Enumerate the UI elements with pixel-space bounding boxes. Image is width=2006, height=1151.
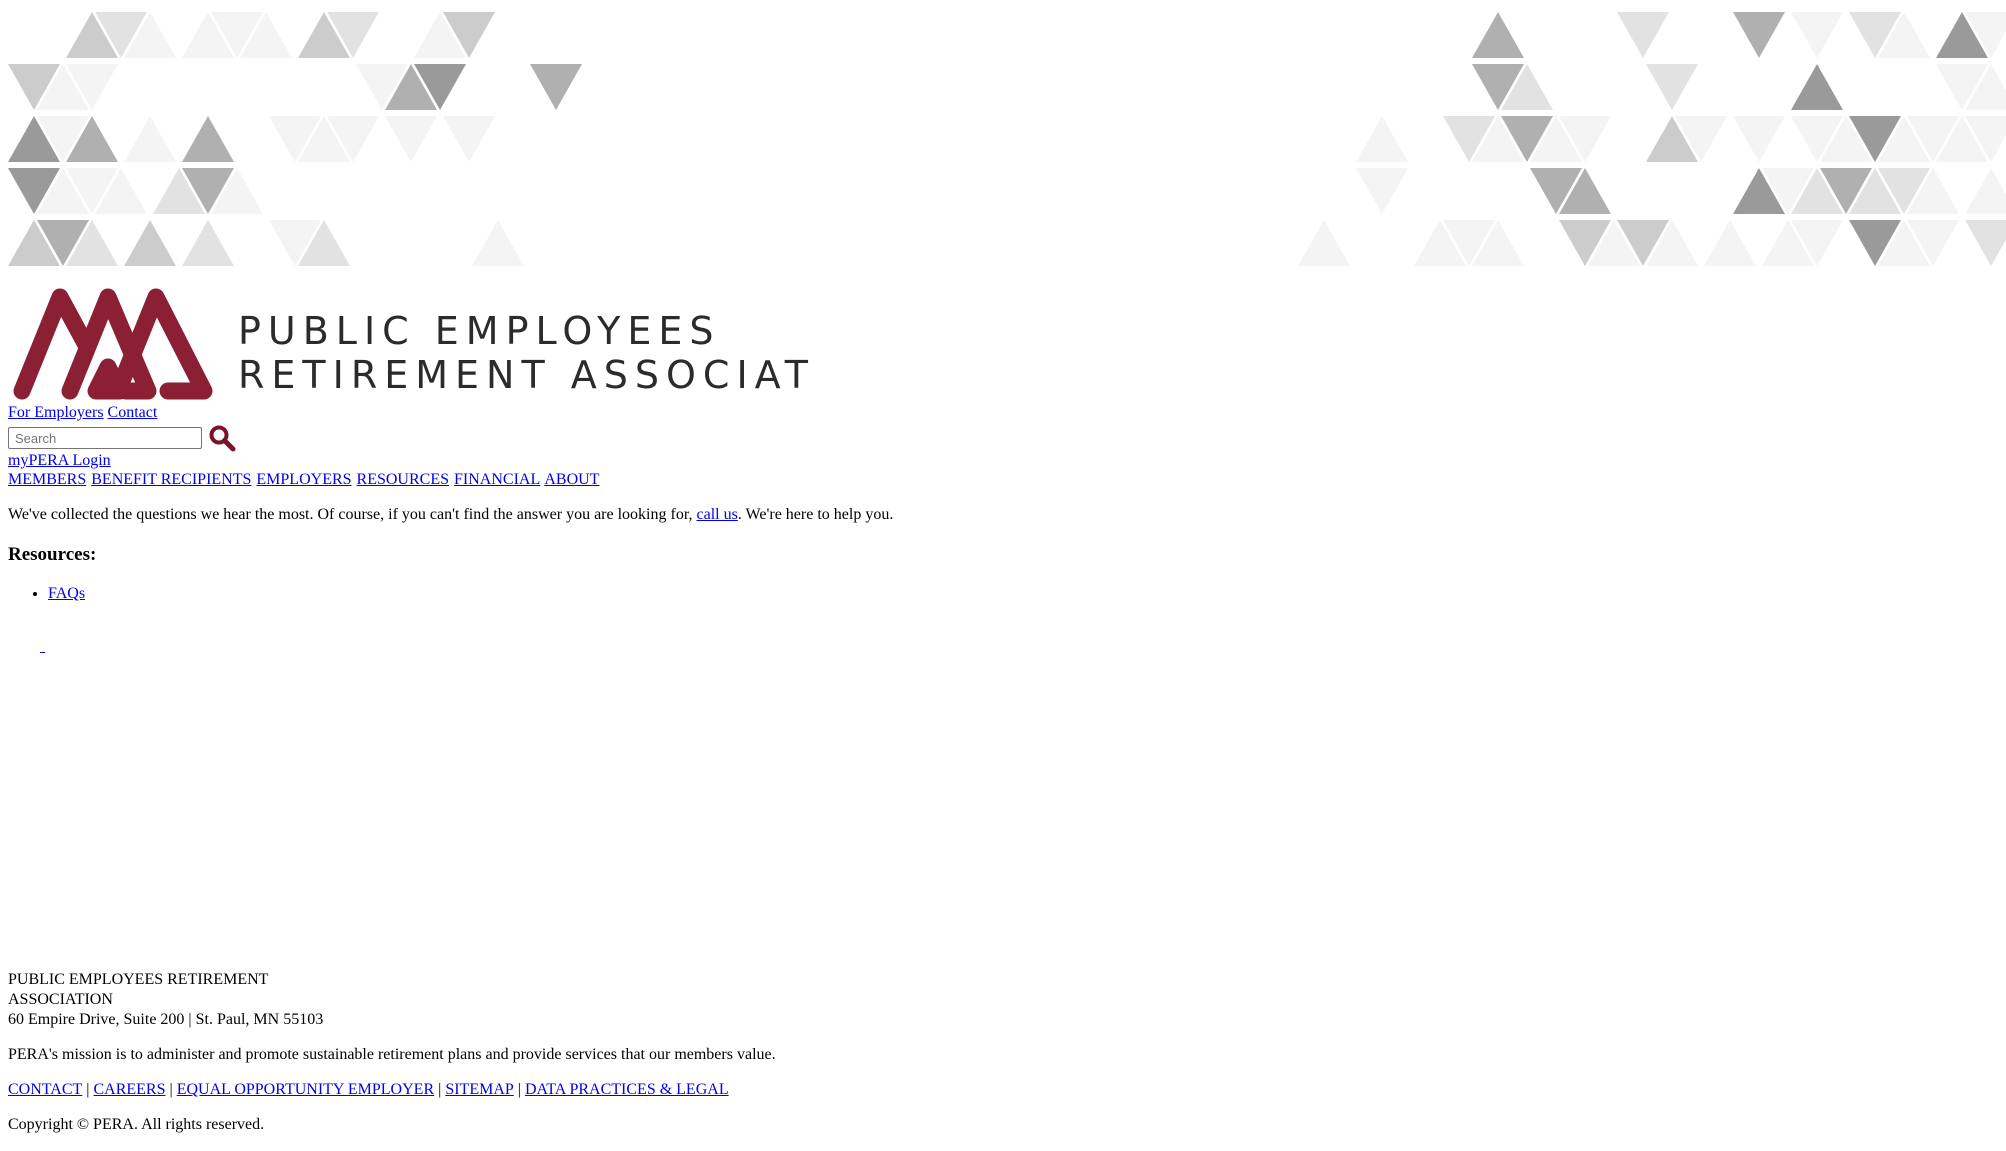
footer-separator: | <box>438 1081 442 1098</box>
intro-text-start: We've collected the questions we hear th… <box>8 506 697 523</box>
pattern-triangle <box>1472 12 1524 58</box>
search-input[interactable] <box>8 427 202 449</box>
pattern-triangle <box>1791 64 1843 110</box>
footer-address: 60 Empire Drive, Suite 200 | St. Paul, M… <box>8 1011 324 1028</box>
footer-eoe-link[interactable]: EQUAL OPPORTUNITY EMPLOYER <box>177 1081 434 1098</box>
logo-line-1: PUBLIC EMPLOYEES <box>238 309 721 353</box>
pattern-triangle <box>1965 168 2006 214</box>
for-employers-link[interactable]: For Employers <box>8 404 104 421</box>
footer-org-name: PUBLIC EMPLOYEES RETIREMENT ASSOCIATION <box>8 971 269 1008</box>
pattern-triangle <box>530 64 582 110</box>
pattern-triangle <box>1965 220 2006 266</box>
contact-link[interactable]: Contact <box>108 404 158 421</box>
pattern-triangle <box>124 220 176 266</box>
faqs-link[interactable]: FAQs <box>48 585 85 602</box>
intro-text: We've collected the questions we hear th… <box>8 505 893 525</box>
logo-mark <box>13 288 213 400</box>
resources-list: FAQs <box>8 584 85 604</box>
nav-about[interactable]: ABOUT <box>544 471 599 488</box>
pattern-triangle <box>1733 12 1785 58</box>
pattern-triangle <box>385 116 437 162</box>
empty-link[interactable]: _ <box>40 643 45 655</box>
pattern-triangle <box>443 116 495 162</box>
nav-benefit-recipients[interactable]: BENEFIT RECIPIENTS <box>91 471 251 488</box>
mypera-login-link[interactable]: myPERA Login <box>8 451 111 471</box>
nav-financial[interactable]: FINANCIAL <box>454 471 540 488</box>
pattern-triangle <box>124 116 176 162</box>
pattern-triangle <box>1356 168 1408 214</box>
pattern-triangle <box>1791 12 1843 58</box>
resources-heading: Resources: <box>8 544 97 565</box>
logo-line-2: RETIREMENT ASSOCIATION <box>238 353 814 397</box>
pattern-triangle <box>1617 12 1669 58</box>
pattern-triangle <box>182 220 234 266</box>
pattern-triangle <box>1646 64 1698 110</box>
pattern-triangle <box>1733 116 1785 162</box>
nav-resources[interactable]: RESOURCES <box>357 471 449 488</box>
pattern-triangle <box>1356 116 1408 162</box>
utility-nav: For Employers Contact <box>8 402 157 423</box>
footer-contact-link[interactable]: CONTACT <box>8 1081 82 1098</box>
copyright-text: Copyright © PERA. All rights reserved. <box>8 1116 265 1133</box>
footer-separator: | <box>517 1081 521 1098</box>
main-nav: MEMBERS BENEFIT RECIPIENTS EMPLOYERS RES… <box>8 470 600 490</box>
search-icon[interactable] <box>208 424 236 452</box>
pera-logo: PUBLIC EMPLOYEES RETIREMENT ASSOCIATION <box>13 288 814 400</box>
nav-employers[interactable]: EMPLOYERS <box>256 471 351 488</box>
nav-members[interactable]: MEMBERS <box>8 471 86 488</box>
footer-careers-link[interactable]: CAREERS <box>93 1081 165 1098</box>
pattern-triangle <box>1704 220 1756 266</box>
pattern-triangle <box>1298 220 1350 266</box>
footer-links: CONTACT | CAREERS | EQUAL OPPORTUNITY EMPLOY… <box>8 1080 729 1100</box>
triangle-pattern-right <box>1298 12 2006 266</box>
triangle-pattern-left <box>8 12 582 266</box>
footer-sitemap-link[interactable]: SITEMAP <box>445 1081 513 1098</box>
pattern-triangle <box>182 116 234 162</box>
list-item: FAQs <box>48 584 85 604</box>
pattern-triangle <box>472 220 524 266</box>
call-us-link[interactable]: call us <box>697 506 738 523</box>
footer-separator: | <box>169 1081 173 1098</box>
intro-text-end: . We're here to help you. <box>737 506 894 523</box>
footer-separator: | <box>86 1081 90 1098</box>
search-bar <box>8 423 236 453</box>
footer-data-practices-link[interactable]: DATA PRACTICES & LEGAL <box>525 1081 729 1098</box>
footer-mission: PERA's mission is to administer and prom… <box>8 1046 776 1063</box>
